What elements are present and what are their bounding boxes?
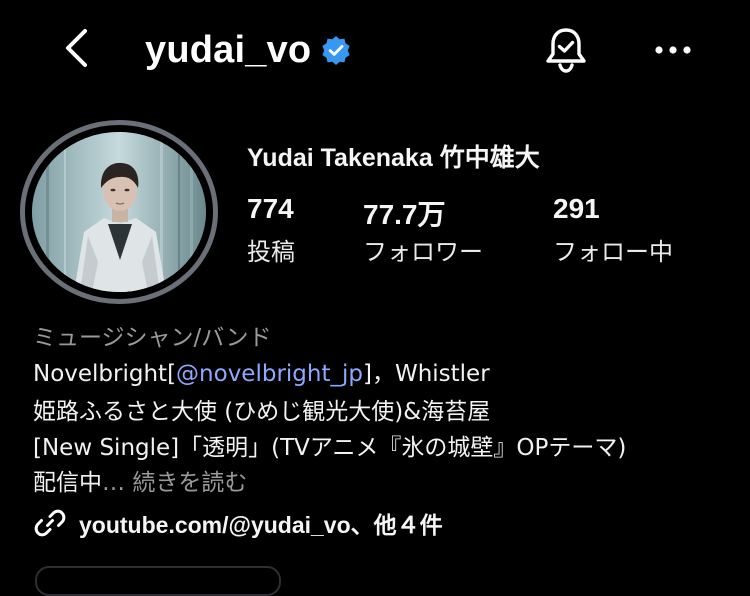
notifications-bell-button[interactable] xyxy=(540,24,592,76)
mention-link[interactable]: @novelbright_jp xyxy=(176,361,363,387)
display-name: Yudai Takenaka 竹中雄大 xyxy=(247,144,540,172)
profile-category: ミュージシャン/バンド xyxy=(33,325,272,351)
action-button[interactable] xyxy=(35,566,281,596)
link-icon xyxy=(34,509,66,537)
posts-label[interactable]: 投稿 xyxy=(247,232,295,267)
posts-count[interactable]: 774 xyxy=(247,193,294,225)
bio-text: Novelbright[ xyxy=(33,361,177,387)
following-label[interactable]: フォロー中 xyxy=(553,232,673,267)
back-button[interactable] xyxy=(56,26,100,70)
verified-badge-icon xyxy=(322,36,350,65)
bio-line-3: [New Single]「透明」(TVアニメ『氷の城壁』OPテーマ) xyxy=(33,435,627,461)
following-count[interactable]: 291 xyxy=(553,193,600,225)
bio-line-1: Novelbright[@novelbright_jp]，Whistler xyxy=(33,354,490,388)
bio-text: ]，Whistler xyxy=(362,361,490,387)
profile-photo xyxy=(32,132,206,292)
followers-label[interactable]: フォロワー xyxy=(363,232,483,267)
ellipsis: … xyxy=(102,470,125,496)
link-text[interactable]: youtube.com/@yudai_vo、他４件 xyxy=(79,506,443,540)
username: yudai_vo xyxy=(145,28,312,71)
more-horizontal-icon xyxy=(655,46,691,54)
header-title: yudai_vo xyxy=(145,22,351,78)
bio-line-4: 配信中… 続きを読む xyxy=(33,463,247,497)
read-more-link[interactable]: 続きを読む xyxy=(132,470,247,496)
bell-check-icon xyxy=(546,28,586,73)
avatar[interactable] xyxy=(32,132,206,292)
chevron-left-icon xyxy=(66,29,87,67)
followers-count[interactable]: 77.7万 xyxy=(363,193,446,233)
bio-line-2: 姫路ふるさと大使 (ひめじ観光大使)&海苔屋 xyxy=(33,399,491,425)
external-links[interactable]: youtube.com/@yudai_vo、他４件 xyxy=(33,506,443,540)
more-options-button[interactable] xyxy=(650,30,696,70)
bio-text: 配信中 xyxy=(33,470,102,496)
